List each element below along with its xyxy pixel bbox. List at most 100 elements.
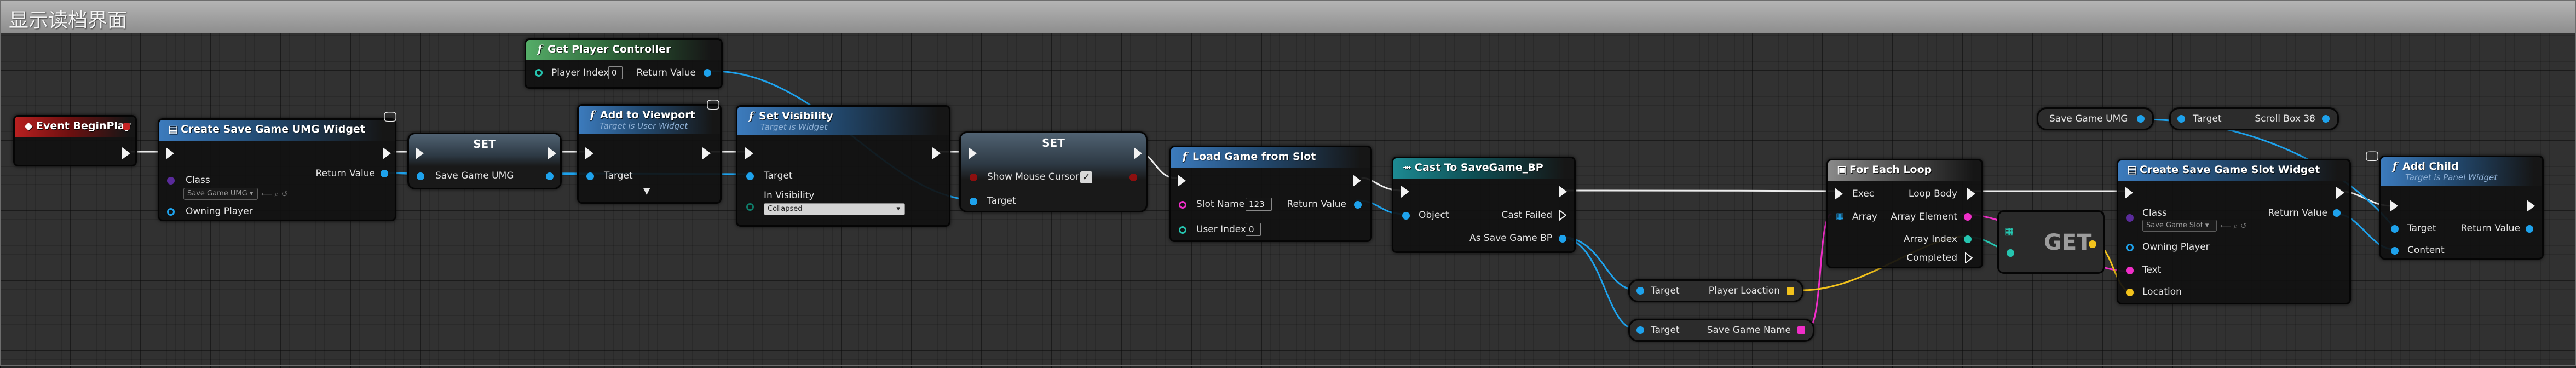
exec-out-pin[interactable] bbox=[2336, 187, 2344, 199]
save-game-umg-pin[interactable] bbox=[2137, 115, 2145, 123]
cast-failed-pin[interactable] bbox=[1559, 209, 1567, 221]
array-index-pin[interactable] bbox=[1964, 235, 1972, 243]
exec-out-pin[interactable] bbox=[932, 147, 941, 159]
output-pin[interactable] bbox=[2089, 240, 2096, 248]
return-value-pin[interactable] bbox=[2333, 209, 2341, 217]
content-pin[interactable] bbox=[2391, 247, 2399, 255]
target-pin[interactable] bbox=[1636, 326, 1644, 334]
exec-out-pin[interactable] bbox=[383, 147, 391, 159]
exec-in-pin[interactable] bbox=[1178, 175, 1186, 187]
show-mouse-cursor-checkbox[interactable]: ✓ bbox=[1080, 171, 1092, 183]
save-game-name-pin[interactable] bbox=[1797, 326, 1805, 334]
class-pin[interactable] bbox=[167, 177, 175, 185]
set-visibility-node[interactable]: f Set Visibility Target is Widget Target … bbox=[736, 105, 950, 227]
in-visibility-pin[interactable] bbox=[746, 203, 754, 211]
loop-body-pin[interactable] bbox=[1967, 188, 1975, 200]
node-title: Add to Viewport bbox=[600, 109, 695, 121]
array-grid-icon[interactable]: ▦ bbox=[1836, 211, 1844, 222]
get-save-game-name-node[interactable]: Target Save Game Name bbox=[1628, 319, 1814, 342]
exec-out-pin[interactable] bbox=[702, 147, 711, 159]
save-game-umg-in-pin[interactable] bbox=[417, 173, 424, 180]
create-save-game-umg-widget-node[interactable]: ▤ Create Save Game UMG Widget 🖵 Class Sav… bbox=[158, 109, 396, 221]
function-icon: f bbox=[537, 43, 543, 55]
class-select[interactable]: Save Game UMG ▾ bbox=[183, 188, 258, 200]
var-save-game-umg-node[interactable]: Save Game UMG bbox=[2037, 107, 2154, 130]
player-index-pin[interactable] bbox=[535, 69, 543, 77]
node-title: Get Player Controller bbox=[548, 43, 671, 55]
as-save-game-bp-pin[interactable] bbox=[1559, 235, 1566, 243]
set-show-mouse-cursor-node[interactable]: SET Show Mouse Cursor ✓ Target bbox=[959, 131, 1148, 212]
target-label: Target bbox=[2407, 223, 2436, 234]
exec-out-pin[interactable] bbox=[1559, 186, 1567, 198]
delegate-pin-icon[interactable] bbox=[123, 123, 130, 130]
save-game-umg-out-pin[interactable] bbox=[546, 173, 554, 180]
index-pin[interactable] bbox=[2007, 249, 2014, 257]
text-pin[interactable] bbox=[2126, 267, 2134, 274]
player-index-input[interactable]: 0 bbox=[608, 66, 623, 79]
array-element-pin[interactable] bbox=[1964, 213, 1972, 221]
return-value-label: Return Value bbox=[2268, 208, 2328, 219]
exec-in-pin[interactable] bbox=[745, 147, 753, 159]
get-array-node[interactable]: ▦ GET bbox=[1997, 210, 2105, 274]
exec-in-pin[interactable] bbox=[166, 147, 174, 159]
for-each-loop-node[interactable]: ▣ For Each Loop Exec Loop Body ▦ Array Ar… bbox=[1826, 159, 1983, 268]
user-index-input[interactable]: 0 bbox=[1246, 223, 1261, 236]
target-pin[interactable] bbox=[1636, 287, 1644, 295]
exec-in-pin[interactable] bbox=[416, 147, 424, 159]
widget-icon: ▤ bbox=[168, 123, 178, 135]
return-value-pin[interactable] bbox=[381, 170, 388, 177]
slot-name-input[interactable]: 123 bbox=[1246, 198, 1272, 211]
get-player-controller-node[interactable]: f Get Player Controller Player Index 0 Re… bbox=[525, 38, 723, 89]
target-pin[interactable] bbox=[970, 198, 977, 205]
exec-in-pin[interactable] bbox=[1835, 188, 1843, 200]
target-label: Target bbox=[604, 170, 633, 181]
owning-player-label: Owning Player bbox=[2142, 242, 2210, 252]
in-visibility-select[interactable]: Collapsed ▾ bbox=[764, 203, 905, 215]
slot-name-pin[interactable] bbox=[1179, 201, 1186, 209]
class-select[interactable]: Save Game Slot ▾ bbox=[2142, 220, 2217, 232]
exec-out-pin[interactable] bbox=[2527, 200, 2535, 212]
scroll-box-pin[interactable] bbox=[2322, 115, 2330, 123]
exec-out-pin[interactable] bbox=[1134, 147, 1142, 159]
return-value-pin[interactable] bbox=[1354, 201, 1362, 209]
class-browse-icons[interactable]: ⟵ ⌕ ↺ bbox=[261, 189, 288, 200]
get-scroll-box-node[interactable]: Target Scroll Box 38 bbox=[2169, 107, 2339, 130]
create-save-game-slot-widget-node[interactable]: ▤ Create Save Game Slot Widget Class Save… bbox=[2117, 159, 2351, 304]
exec-in-pin[interactable] bbox=[2125, 187, 2133, 199]
target-pin[interactable] bbox=[2177, 115, 2185, 123]
add-child-node[interactable]: f Add Child Target is Panel Widget 🖵 Targ… bbox=[2366, 148, 2544, 260]
object-pin[interactable] bbox=[1402, 212, 1410, 220]
exec-out-pin[interactable] bbox=[122, 147, 130, 159]
exec-in-pin[interactable] bbox=[1401, 186, 1409, 198]
target-pin[interactable] bbox=[2391, 225, 2399, 233]
return-value-pin[interactable] bbox=[704, 69, 711, 77]
event-begin-play-node[interactable]: ◆ Event BeginPlay bbox=[13, 115, 137, 166]
user-index-pin[interactable] bbox=[1179, 226, 1186, 234]
comment-header[interactable]: 显示读档界面 bbox=[1, 1, 2575, 33]
target-pin[interactable] bbox=[746, 173, 754, 180]
exec-in-pin[interactable] bbox=[969, 147, 977, 159]
add-to-viewport-node[interactable]: f Add to Viewport Target is User Widget 🖵… bbox=[577, 97, 722, 204]
return-value-pin[interactable] bbox=[2526, 225, 2533, 233]
owning-player-pin[interactable] bbox=[167, 208, 175, 216]
owning-player-pin[interactable] bbox=[2126, 244, 2134, 251]
show-mouse-cursor-out-pin[interactable] bbox=[1129, 174, 1137, 181]
exec-out-pin[interactable] bbox=[548, 147, 556, 159]
advanced-display-chevron-icon[interactable]: ▼ bbox=[643, 186, 650, 197]
class-pin[interactable] bbox=[2126, 214, 2134, 222]
load-game-from-slot-node[interactable]: f Load Game from Slot Slot Name 123 Retur… bbox=[1169, 146, 1372, 242]
target-pin[interactable] bbox=[586, 173, 594, 180]
exec-in-pin[interactable] bbox=[2390, 200, 2398, 212]
class-browse-icons[interactable]: ⟵ ⌕ ↺ bbox=[2220, 221, 2247, 232]
get-player-location-node[interactable]: Target Player Loaction bbox=[1628, 279, 1803, 302]
player-location-pin[interactable] bbox=[1787, 287, 1794, 295]
set-save-game-umg-node[interactable]: SET Save Game UMG bbox=[407, 133, 562, 189]
location-pin[interactable] bbox=[2126, 289, 2134, 296]
cast-to-savegame-bp-node[interactable]: ⇴ Cast To SaveGame_BP Object Cast Failed … bbox=[1392, 157, 1576, 253]
array-grid-icon[interactable]: ▦ bbox=[2004, 226, 2014, 237]
player-location-label: Player Loaction bbox=[1708, 285, 1780, 296]
exec-out-pin[interactable] bbox=[1353, 175, 1361, 187]
exec-in-pin[interactable] bbox=[585, 147, 593, 159]
show-mouse-cursor-in-pin[interactable] bbox=[970, 174, 977, 181]
completed-pin[interactable] bbox=[1965, 252, 1973, 264]
